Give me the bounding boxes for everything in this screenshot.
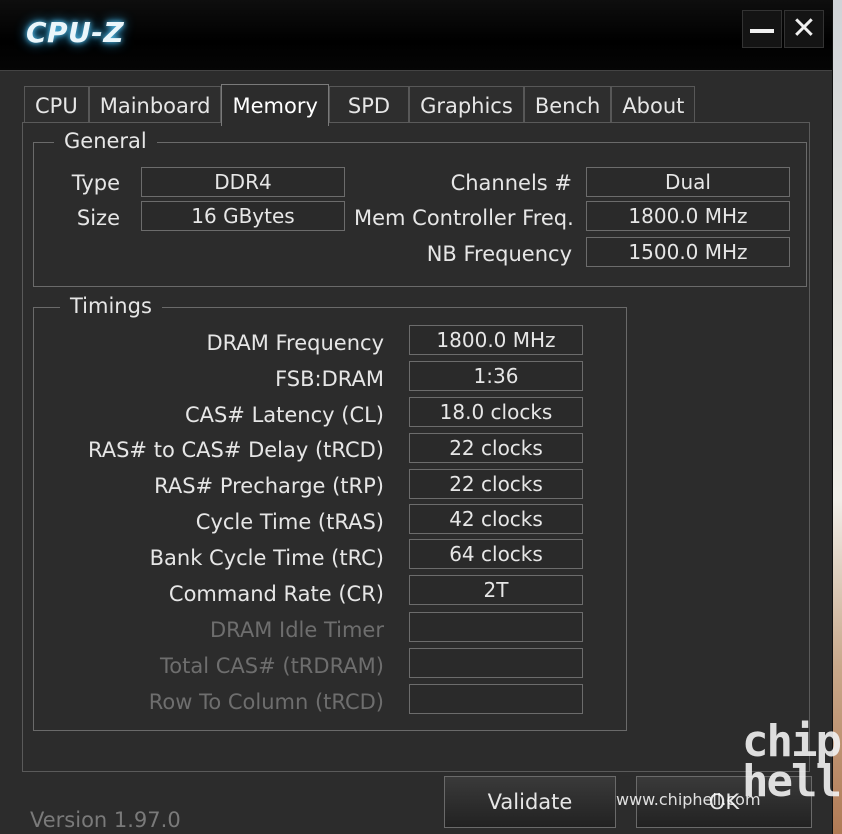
watermark-url: www.chiphell.com: [616, 790, 761, 809]
cycle-time-value: 42 clocks: [409, 504, 583, 534]
timings-group-title: Timings: [60, 294, 162, 318]
size-label: Size: [76, 206, 120, 230]
cas-latency-value: 18.0 clocks: [409, 397, 583, 427]
memory-tab-panel: General Type DDR4 Size 16 GBytes Channel…: [22, 122, 810, 772]
tab-bench[interactable]: Bench: [523, 86, 612, 124]
dram-idle-timer-value: [409, 612, 583, 642]
bank-cycle-time-label: Bank Cycle Time (tRC): [149, 546, 384, 570]
size-value: 16 GBytes: [141, 201, 345, 231]
row-to-column-label: Row To Column (tRCD): [148, 690, 384, 714]
fsb-dram-label: FSB:DRAM: [275, 367, 384, 391]
tab-memory[interactable]: Memory: [221, 84, 329, 126]
close-icon: ✕: [791, 11, 817, 46]
tab-cpu[interactable]: CPU: [24, 86, 89, 124]
row-to-column-value: [409, 684, 583, 714]
tab-about[interactable]: About: [611, 86, 696, 124]
nb-frequency-value: 1500.0 MHz: [586, 237, 790, 267]
tab-spd[interactable]: SPD: [328, 86, 410, 124]
total-cas-label: Total CAS# (tRDRAM): [160, 654, 384, 678]
tab-mainboard[interactable]: Mainboard: [88, 86, 222, 124]
tab-bar: CPU Mainboard Memory SPD Graphics Bench …: [24, 84, 696, 126]
nb-frequency-label: NB Frequency: [426, 242, 572, 266]
general-group: General Type DDR4 Size 16 GBytes Channel…: [33, 129, 807, 287]
channels-label: Channels #: [450, 171, 572, 195]
type-value: DDR4: [141, 167, 345, 197]
ras-precharge-value: 22 clocks: [409, 469, 583, 499]
command-rate-value: 2T: [409, 575, 583, 605]
app-title: CPU-Z: [26, 16, 125, 49]
minimize-button[interactable]: [742, 10, 782, 48]
total-cas-value: [409, 648, 583, 678]
minimize-icon: [750, 29, 774, 33]
bank-cycle-time-value: 64 clocks: [409, 539, 583, 569]
version-label: Version 1.97.0: [30, 808, 181, 832]
cas-latency-label: CAS# Latency (CL): [184, 403, 384, 427]
desktop-background-strip: [832, 0, 842, 834]
general-group-title: General: [54, 129, 157, 153]
watermark-logo-line2: hell: [742, 756, 842, 807]
command-rate-label: Command Rate (CR): [168, 582, 384, 606]
channels-value: Dual: [586, 167, 790, 197]
fsb-dram-value: 1:36: [409, 361, 583, 391]
cycle-time-label: Cycle Time (tRAS): [195, 510, 384, 534]
dram-frequency-label: DRAM Frequency: [206, 331, 384, 355]
type-label: Type: [71, 171, 120, 195]
ras-to-cas-delay-value: 22 clocks: [409, 433, 583, 463]
dram-idle-timer-label: DRAM Idle Timer: [209, 618, 384, 642]
ras-precharge-label: RAS# Precharge (tRP): [154, 474, 384, 498]
timings-group: Timings DRAM Frequency 1800.0 MHz FSB:DR…: [33, 294, 627, 731]
watermark-logo: chip hell: [742, 720, 842, 807]
ras-to-cas-delay-label: RAS# to CAS# Delay (tRCD): [88, 438, 384, 462]
title-bar[interactable]: CPU-Z ✕: [0, 0, 832, 71]
dram-frequency-value: 1800.0 MHz: [409, 325, 583, 355]
tab-graphics[interactable]: Graphics: [409, 86, 524, 124]
mem-controller-freq-label: Mem Controller Freq.: [354, 206, 574, 230]
cpuz-window: CPU-Z ✕ CPU Mainboard Memory SPD Graphic…: [0, 0, 833, 834]
validate-button[interactable]: Validate: [444, 776, 616, 828]
close-button[interactable]: ✕: [784, 10, 824, 48]
mem-controller-freq-value: 1800.0 MHz: [586, 201, 790, 231]
